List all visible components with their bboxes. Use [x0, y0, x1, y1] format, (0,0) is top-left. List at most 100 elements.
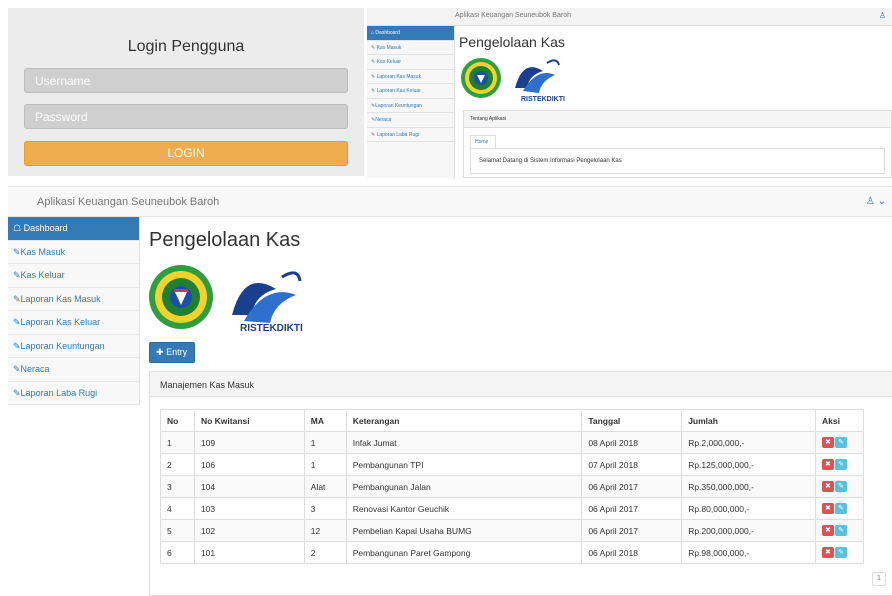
mini-menu-label: Laporan Kas Keluar — [376, 88, 421, 94]
sidebar-item-label: Laporan Laba Rugi — [20, 387, 98, 398]
cell-keterangan: Renovasi Kantor Geuchik — [345, 497, 583, 520]
pagination-page-1[interactable]: 1 — [872, 572, 886, 586]
mini-menu-kas-keluar[interactable]: ✎ Kas Keluar — [367, 55, 454, 70]
mini-menu-laporan-kas-masuk[interactable]: ✎ Laporan Kas Masuk — [367, 70, 454, 84]
table-row: 5 102 12 Pembelian Kapal Usaha BUMG 06 April… — [160, 519, 865, 542]
edit-icon[interactable]: ✎ — [834, 459, 847, 471]
delete-icon[interactable]: ✖ — [821, 503, 834, 515]
mini-dashboard: Aplikasi Keuangan Seuneubok Baroh ♙ ⌂ Da… — [367, 8, 892, 178]
cell-no: 1 — [160, 431, 195, 454]
cell-ma: 3 — [303, 497, 347, 520]
sidebar-item-laporan-keuntungan[interactable]: ✎Laporan Keuntungan — [8, 335, 139, 358]
cell-jumlah: Rp.125,000,000,- — [681, 453, 816, 476]
delete-icon[interactable]: ✖ — [821, 459, 834, 471]
mini-menu-dashboard[interactable]: ⌂ Dashboard — [367, 26, 454, 41]
delete-icon[interactable]: ✖ — [821, 547, 834, 559]
login-button[interactable]: LOGIN — [24, 141, 348, 166]
mini-menu-neraca[interactable]: ✎Neraca — [367, 113, 454, 128]
table-header-row: No No Kwitansi MA Keterangan Tanggal Jum… — [160, 409, 865, 432]
mini-tab-home[interactable]: Home — [470, 135, 496, 149]
login-title: Login Pengguna — [127, 38, 245, 55]
delete-icon[interactable]: ✖ — [821, 525, 834, 537]
home-icon: ☖ — [13, 223, 22, 233]
mini-menu-laporan-keuntungan[interactable]: ✎Laporan Keuntungan — [367, 99, 454, 113]
cell-keterangan: Infak Jumat — [345, 431, 583, 454]
col-keterangan: Keterangan — [345, 409, 583, 432]
sidebar-item-label: Dashboard — [23, 223, 68, 233]
mini-menu-label: Laporan Keuntungan — [375, 102, 422, 109]
cell-ma: 1 — [303, 453, 347, 476]
edit-icon: ✎ — [13, 387, 21, 398]
sidebar: ☖ Dashboard ✎Kas Masuk ✎Kas Keluar ✎Lapo… — [8, 217, 140, 405]
edit-icon[interactable]: ✎ — [834, 503, 847, 515]
col-no-kwitansi: No Kwitansi — [193, 409, 305, 432]
sidebar-item-kas-masuk[interactable]: ✎Kas Masuk — [8, 241, 139, 264]
edit-icon[interactable]: ✎ — [834, 525, 847, 537]
cell-tanggal: 06 April 2017 — [581, 475, 683, 498]
cell-ma: 1 — [303, 431, 347, 454]
cell-no: 3 — [160, 475, 195, 498]
user-menu-icon[interactable]: ♙ ⌄ — [866, 196, 886, 207]
cell-jumlah: Rp.98,000,000,- — [681, 541, 816, 564]
cell-ma: 2 — [303, 541, 347, 564]
mini-about-panel: Tentang Aplikasi Home Selamat Datang di … — [463, 110, 892, 178]
panel-heading: Manajemen Kas Masuk — [150, 372, 892, 397]
edit-icon[interactable]: ✎ — [834, 547, 847, 559]
kas-masuk-panel: Manajemen Kas Masuk No No Kwitansi MA Ke… — [149, 371, 892, 596]
mini-menu-label: Kas Keluar — [376, 59, 402, 65]
edit-icon: ✎ — [13, 270, 21, 280]
password-input[interactable]: Password — [24, 104, 348, 129]
cell-no: 5 — [160, 519, 195, 542]
username-input[interactable]: Username — [24, 68, 348, 93]
cell-tanggal: 07 April 2018 — [581, 453, 683, 476]
cell-no-kwitansi: 102 — [193, 519, 305, 542]
app-title[interactable]: Aplikasi Keuangan Seuneubok Baroh — [37, 196, 219, 208]
aceh-logo-icon — [461, 58, 501, 98]
mini-menu-kas-masuk[interactable]: ✎ Kas Masuk — [367, 41, 454, 55]
delete-icon[interactable]: ✖ — [821, 481, 834, 493]
col-aksi: Aksi — [814, 409, 865, 432]
sidebar-item-neraca[interactable]: ✎Neraca — [8, 358, 139, 382]
sidebar-item-laporan-laba-rugi[interactable]: ✎Laporan Laba Rugi — [8, 382, 139, 405]
cell-aksi: ✖ ✎ — [814, 497, 865, 520]
mini-page-title: Pengelolaan Kas — [459, 34, 565, 50]
mini-menu-laporan-kas-keluar[interactable]: ✎ Laporan Kas Keluar — [367, 84, 454, 99]
mini-user-icon[interactable]: ♙ — [879, 11, 886, 20]
mini-panel-heading: Tentang Aplikasi — [464, 111, 891, 128]
col-no: No — [160, 409, 195, 432]
cell-jumlah: Rp.350,000,000,- — [681, 475, 816, 498]
edit-icon: ✎ — [13, 364, 21, 374]
sidebar-item-label: Laporan Kas Masuk — [20, 293, 101, 304]
cell-tanggal: 08 April 2018 — [581, 431, 683, 454]
delete-icon[interactable]: ✖ — [821, 437, 834, 449]
table-row: 4 103 3 Renovasi Kantor Geuchik 06 April 201… — [160, 497, 865, 520]
edit-icon[interactable]: ✎ — [834, 481, 847, 493]
ristekdikti-logo-icon — [232, 271, 302, 323]
edit-icon: ✎ — [13, 317, 21, 327]
sidebar-item-kas-keluar[interactable]: ✎Kas Keluar — [8, 264, 139, 288]
cell-jumlah: Rp.2,000,000,- — [681, 431, 816, 454]
cell-aksi: ✖ ✎ — [814, 475, 865, 498]
mini-content: Pengelolaan Kas RISTEKDIKTI Tentang Apli… — [457, 26, 892, 178]
entry-button[interactable]: ✚ Entry — [149, 342, 195, 363]
logo-text: RISTEKDIKTI — [240, 323, 303, 333]
mini-menu-label: Kas Masuk — [376, 44, 402, 51]
mini-menu-label: Neraca — [375, 117, 392, 123]
sidebar-item-laporan-kas-masuk[interactable]: ✎Laporan Kas Masuk — [8, 288, 139, 311]
sidebar-item-laporan-kas-keluar[interactable]: ✎Laporan Kas Keluar — [8, 311, 139, 335]
page-title: Pengelolaan Kas — [149, 229, 301, 251]
sidebar-item-label: Neraca — [20, 364, 50, 374]
sidebar-item-label: Laporan Kas Keluar — [20, 317, 101, 327]
cell-no: 6 — [160, 541, 195, 564]
col-tanggal: Tanggal — [581, 409, 683, 432]
cell-no-kwitansi: 101 — [193, 541, 305, 564]
edit-icon[interactable]: ✎ — [834, 437, 847, 449]
cell-no-kwitansi: 103 — [193, 497, 305, 520]
mini-topbar: Aplikasi Keuangan Seuneubok Baroh ♙ — [367, 8, 892, 26]
logos: RISTEKDIKTI — [148, 263, 318, 335]
mini-menu-label: Laporan Kas Masuk — [376, 73, 422, 80]
sidebar-item-dashboard[interactable]: ☖ Dashboard — [8, 217, 139, 241]
cell-no-kwitansi: 106 — [193, 453, 305, 476]
mini-menu-laporan-laba-rugi[interactable]: ✎ Laporan Laba Rugi — [367, 128, 454, 142]
cell-no-kwitansi: 109 — [193, 431, 305, 454]
